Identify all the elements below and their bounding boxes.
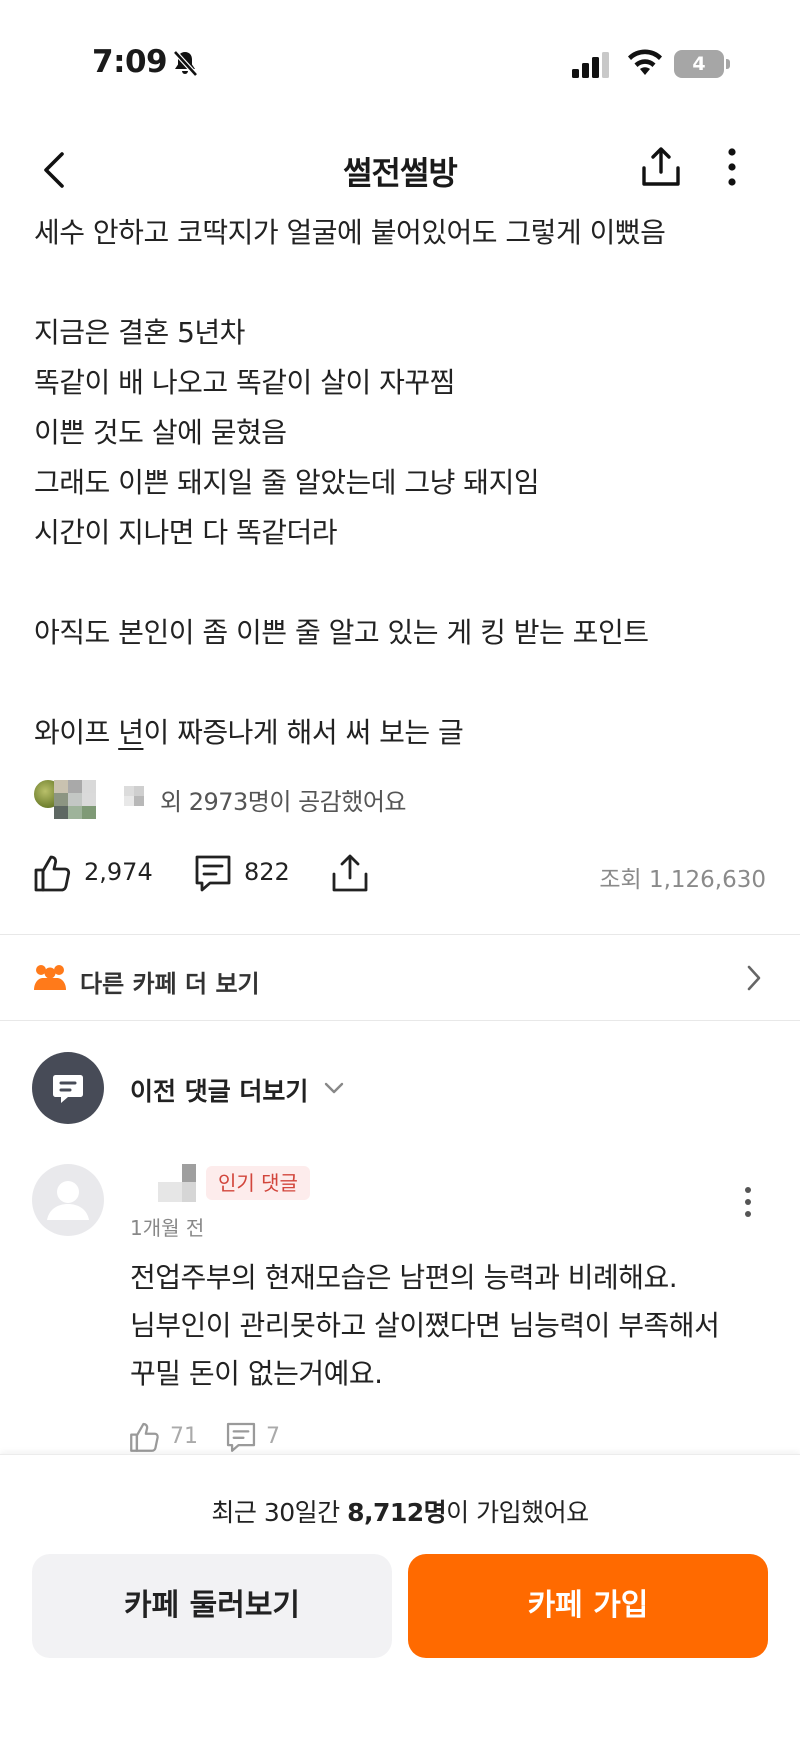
chevron-right-icon: [747, 965, 761, 991]
comment-count: 822: [244, 858, 290, 886]
browse-cafe-button[interactable]: 카페 둘러보기: [32, 1554, 392, 1658]
comment-item: 인기 댓글 1개월 전 전업주부의 현재모습은 남편의 능력과 비례해요. 님부…: [0, 1162, 800, 1462]
battery-level: 4: [674, 50, 724, 78]
divider: [0, 934, 800, 935]
view-count: 조회 1,126,630: [599, 867, 766, 893]
best-comment-badge: 인기 댓글: [206, 1166, 310, 1200]
status-bar: 7:09 4: [0, 0, 800, 130]
comment-line: 님부인이 관리못하고 살이쪘다면 님능력이 부족해서: [130, 1309, 720, 1342]
post-line-last: 와이프 년이 짜증나게 해서 써 보는 글: [34, 716, 464, 749]
post-line: 아직도 본인이 좀 이쁜 줄 알고 있는 게 킹 받는 포인트: [34, 616, 649, 649]
bell-muted-icon: [173, 50, 198, 77]
cafe-people-icon: [34, 965, 66, 990]
post-line: 똑같이 배 나오고 똑같이 살이 자꾸찜: [34, 366, 455, 399]
likers-text: 외 2973명이 공감했어요: [160, 788, 406, 816]
liker-name-mosaic: [124, 786, 152, 806]
post-action-bar: 2,974 822 조회 1,126,630: [0, 848, 800, 900]
liker-avatar-mosaic: [54, 780, 98, 820]
comment-reply-count: 7: [266, 1424, 280, 1449]
post-line: 그래도 이쁜 돼지일 줄 알았는데 그냥 돼지임: [34, 466, 540, 499]
share-icon[interactable]: [330, 852, 370, 894]
share-icon[interactable]: [638, 144, 684, 190]
status-time: 7:09: [92, 44, 168, 80]
divider: [0, 1020, 800, 1021]
previous-comments-label: 이전 댓글 더보기: [130, 1077, 309, 1106]
post-line: 지금은 결혼 5년차: [34, 316, 245, 349]
comment-line: 전업주부의 현재모습은 남편의 능력과 비례해요.: [130, 1261, 678, 1294]
comment-icon[interactable]: [192, 852, 234, 894]
signal-icon: [572, 52, 609, 78]
comment-text: 전업주부의 현재모습은 남편의 능력과 비례해요. 님부인이 관리못하고 살이쪘…: [130, 1254, 770, 1398]
join-bottom-sheet: 최근 30일간 8,712명이 가입했어요 카페 둘러보기 카페 가입: [0, 1454, 800, 1739]
post-line: 세수 안하고 코딱지가 얼굴에 붙어있어도 그렇게 이뻤음: [34, 216, 666, 249]
more-vertical-icon[interactable]: [742, 1184, 754, 1220]
wifi-icon: [628, 49, 662, 75]
battery-icon: 4: [674, 50, 730, 78]
avatar-placeholder-icon[interactable]: [32, 1164, 104, 1236]
post-line: 시간이 지나면 다 똑같더라: [34, 516, 338, 549]
comment-line: 꾸밀 돈이 없는거예요.: [130, 1357, 383, 1390]
more-vertical-icon[interactable]: [722, 144, 742, 190]
other-cafes-label: 다른 카페 더 보기: [80, 970, 260, 998]
other-cafes-link[interactable]: 다른 카페 더 보기: [0, 936, 800, 1022]
post-content: 세수 안하고 코딱지가 얼굴에 붙어있어도 그렇게 이뻤음 지금은 결혼 5년차…: [34, 208, 774, 758]
like-count: 2,974: [84, 858, 153, 886]
thumbs-up-icon[interactable]: [32, 852, 74, 894]
previous-comments-button[interactable]: 이전 댓글 더보기: [0, 1050, 800, 1126]
comment-like-count: 71: [170, 1424, 198, 1449]
chevron-down-icon: [324, 1082, 344, 1094]
author-name-mosaic: [158, 1164, 198, 1202]
thumbs-up-icon[interactable]: [128, 1420, 162, 1454]
join-cafe-button[interactable]: 카페 가입: [408, 1554, 768, 1658]
comment-time: 1개월 전: [130, 1216, 205, 1240]
reply-icon[interactable]: [224, 1420, 258, 1454]
join-stat-text: 최근 30일간 8,712명이 가입했어요: [211, 1498, 589, 1527]
nav-bar: 썰전썰방: [0, 130, 800, 210]
post-line: 이쁜 것도 살에 묻혔음: [34, 416, 287, 449]
chat-bubble-icon: [32, 1052, 104, 1124]
